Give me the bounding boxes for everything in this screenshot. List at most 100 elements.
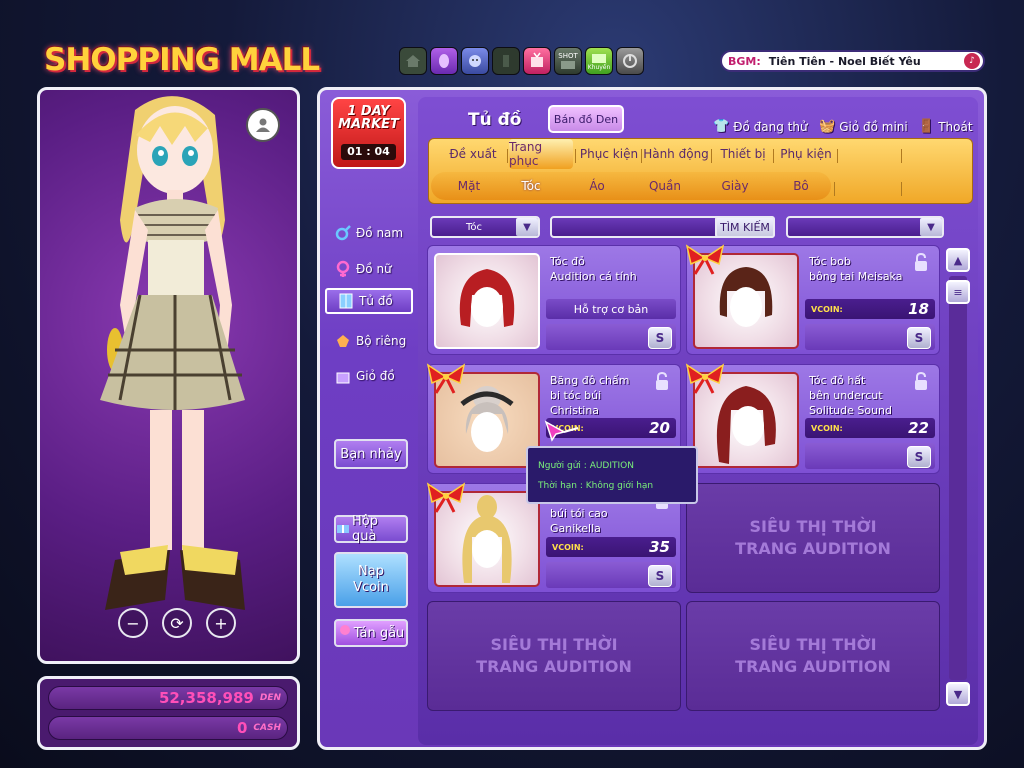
tab-divider — [901, 182, 902, 196]
tab-trang-phuc[interactable]: Trang phục — [509, 139, 573, 169]
zoom-out-icon[interactable]: − — [118, 608, 148, 638]
cash-unit: CASH — [253, 723, 281, 733]
rotate-icon[interactable]: ⟳ — [162, 608, 192, 638]
profile-icon[interactable] — [246, 108, 280, 142]
item-price: 18 — [908, 300, 929, 318]
side-menu-female[interactable]: Đồ nữ — [334, 260, 392, 278]
one-day-timer: 01 : 04 — [341, 144, 396, 160]
cursor-icon — [544, 420, 579, 442]
subtab-ao[interactable]: Áo — [567, 172, 627, 200]
basic-support-label: Hỗ trợ cơ bản — [546, 299, 676, 319]
scroll-down-icon[interactable]: ▼ — [946, 682, 970, 706]
music-note-icon[interactable]: ♪ — [964, 53, 980, 69]
gift-bow-icon — [426, 363, 466, 394]
face-icon[interactable] — [461, 47, 489, 75]
tab-divider — [837, 149, 838, 163]
tab-divider — [641, 149, 642, 163]
trying-on-label: Đồ đang thử — [733, 119, 808, 134]
price-row: VCOIN: 35 — [546, 537, 676, 557]
chat-icon — [338, 624, 352, 642]
basket-icon: 🧺 — [819, 119, 836, 134]
item-name: Tóc đỏ hất bên undercut Solitude Sound — [809, 374, 892, 417]
body-icon[interactable] — [492, 47, 520, 75]
side-menu-male[interactable]: Đồ nam — [334, 224, 403, 242]
item-card[interactable]: Tóc đỏ hất bên undercut Solitude Sound VCO… — [685, 363, 940, 474]
scroll-up-icon[interactable]: ▲ — [946, 248, 970, 272]
topup-label-2: Vcoin — [353, 580, 389, 595]
scroll-thumb-icon[interactable]: ≡ — [946, 280, 970, 304]
item-tooltip: Người gửi : AUDITION Thời hạn : Không gi… — [526, 446, 698, 504]
buy-button[interactable]: S — [648, 565, 672, 587]
chat-button[interactable]: Tán gẫu — [334, 619, 408, 647]
sort-dropdown[interactable]: ▼ — [786, 216, 944, 238]
subtab-giay[interactable]: Giày — [705, 172, 765, 200]
item-price: 22 — [908, 419, 929, 437]
subtab-mat[interactable]: Mặt — [439, 172, 499, 200]
exit-label: Thoát — [938, 119, 973, 134]
sell-den-button[interactable]: Bán đồ Den — [548, 105, 624, 133]
den-unit: DEN — [259, 693, 281, 703]
gift-tv-icon[interactable] — [523, 47, 551, 75]
basket-icon — [334, 367, 352, 385]
subtab-toc[interactable]: Tóc — [501, 172, 561, 200]
home-icon[interactable] — [399, 47, 427, 75]
vcoin-label: VCOIN: — [811, 304, 843, 314]
item-name: Băng đô chấm bi tóc búi Christina — [550, 374, 630, 417]
buy-row: S — [805, 324, 935, 350]
item-card[interactable]: Tóc bob bông tai Meisaka VCOIN: 18 S — [685, 244, 940, 355]
dance-partner-button[interactable]: Bạn nhảy — [334, 439, 408, 469]
category-tabs: Đề xuất Trang phục Phục kiện Hành động T… — [428, 138, 973, 204]
empty-item-slot: SIÊU THỊ THỜI TRANG AUDITION — [686, 483, 940, 593]
gift-bow-icon — [685, 244, 725, 275]
door-icon: 🚪 — [918, 119, 935, 134]
side-menu-basket[interactable]: Giỏ đồ — [334, 367, 395, 385]
side-menu-set[interactable]: Bộ riêng — [334, 332, 406, 350]
side-menu-male-label: Đồ nam — [356, 226, 404, 240]
tab-divider — [901, 149, 902, 163]
item-scrollbar[interactable]: ▲ ≡ ▼ — [944, 248, 972, 710]
search-button[interactable]: TÌM KIẾM — [715, 216, 775, 238]
topup-vcoin-button[interactable]: Nạp Vcoin — [334, 552, 408, 608]
khuyen-mai-icon[interactable]: Khuyến — [585, 47, 613, 75]
category-dropdown[interactable]: Tóc ▼ — [430, 216, 540, 238]
gift-icon — [336, 520, 350, 538]
trying-on-link[interactable]: 👕 Đồ đang thử — [713, 119, 808, 134]
tab-phuc-kien[interactable]: Phục kiện — [577, 139, 641, 169]
tab-phu-kien[interactable]: Phụ kiện — [775, 139, 837, 169]
buy-button[interactable]: S — [907, 327, 931, 349]
side-menu-closet[interactable]: Tủ đồ — [325, 288, 413, 314]
item-thumbnail[interactable] — [434, 253, 540, 349]
item-name: Tóc bob bông tai Meisaka — [809, 255, 903, 283]
subtab-bo[interactable]: Bô — [779, 172, 823, 200]
subtab-quan[interactable]: Quần — [635, 172, 695, 200]
tab-divider — [575, 149, 576, 163]
item-price: 35 — [649, 538, 670, 556]
shirt-icon: 👕 — [713, 119, 730, 134]
shot-icon[interactable]: SHOT — [554, 47, 582, 75]
buy-button[interactable]: S — [648, 327, 672, 349]
exit-link[interactable]: 🚪 Thoát — [918, 119, 973, 134]
price-row: VCOIN: 18 — [805, 299, 935, 319]
price-row: VCOIN: 22 — [805, 418, 935, 438]
tab-hanh-dong[interactable]: Hành động — [643, 139, 709, 169]
vcoin-label: VCOIN: — [552, 542, 584, 552]
skin-icon[interactable] — [430, 47, 458, 75]
one-day-market-button[interactable]: 1 DAY MARKET 01 : 04 — [331, 97, 406, 169]
avatar-figure[interactable] — [40, 90, 297, 661]
buy-button[interactable]: S — [907, 446, 931, 468]
chevron-down-icon: ▼ — [516, 218, 538, 236]
side-menu-female-label: Đồ nữ — [356, 262, 392, 276]
mini-basket-link[interactable]: 🧺 Giỏ đồ mini — [819, 119, 908, 134]
tooltip-duration: Thời hạn : Không giới hạn — [538, 481, 654, 491]
tab-thiet-bi[interactable]: Thiết bị — [713, 139, 773, 169]
tab-de-xuat[interactable]: Đề xuất — [439, 139, 507, 169]
scroll-track[interactable] — [949, 276, 967, 680]
one-day-title: 1 DAY MARKET — [338, 104, 399, 132]
den-balance: 52,358,989 — [158, 689, 254, 707]
bgm-label: BGM: — [728, 54, 761, 68]
sell-den-label: Bán đồ Den — [553, 112, 619, 126]
gift-box-button[interactable]: Hộp quà — [334, 514, 408, 544]
zoom-in-icon[interactable]: + — [206, 608, 236, 638]
item-card[interactable]: Tóc đỏ Audition cá tính Hỗ trợ cơ bản S — [427, 245, 681, 355]
exit-icon[interactable] — [616, 47, 644, 75]
